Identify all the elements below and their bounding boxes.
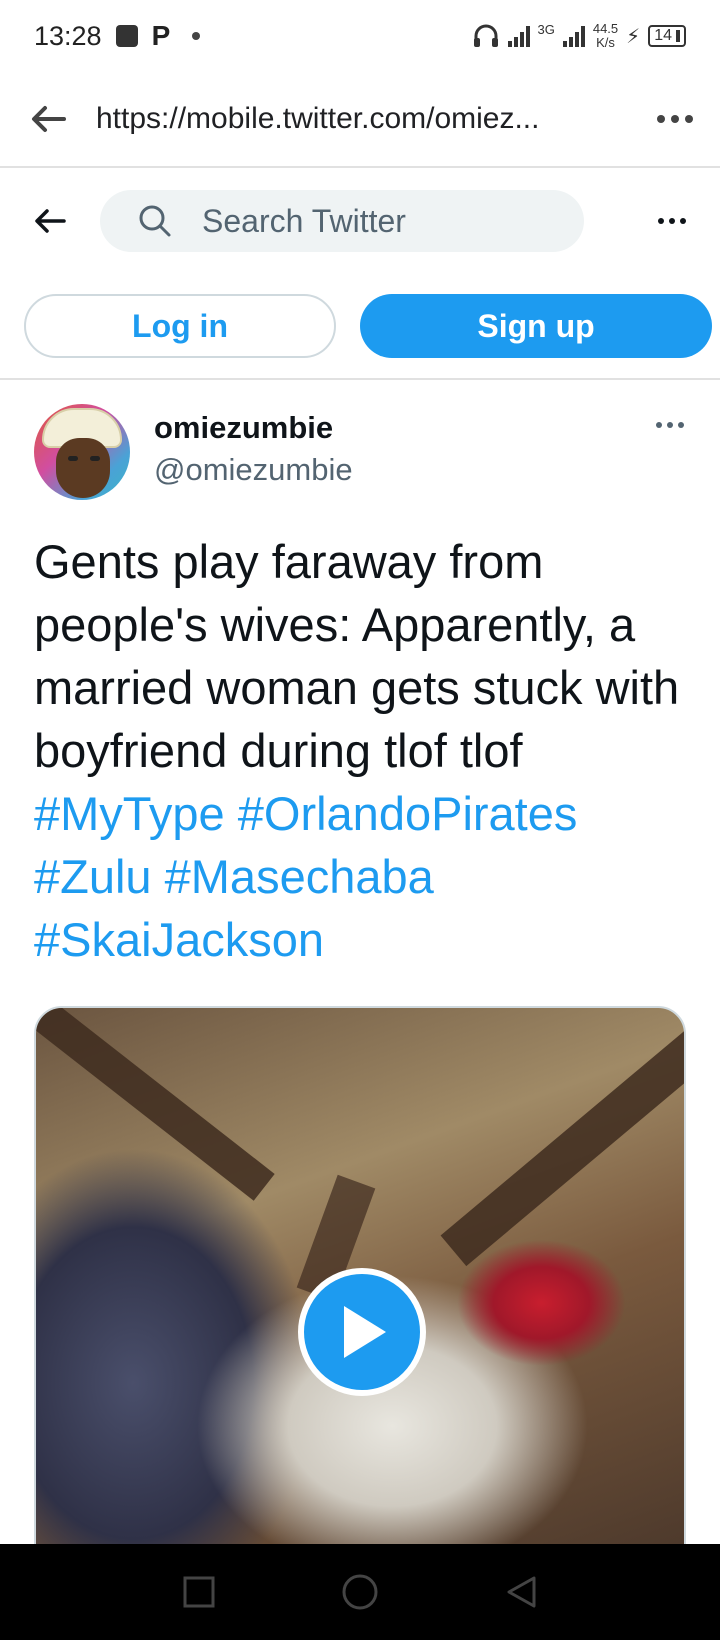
search-placeholder: Search Twitter [202, 202, 406, 239]
video-frame-shape [440, 1029, 684, 1267]
more-dot [680, 218, 686, 224]
more-dot [657, 115, 665, 123]
notification-square-icon [115, 25, 138, 47]
twitter-more-button[interactable] [658, 218, 686, 224]
more-dot [658, 218, 664, 224]
system-nav-bar [0, 1544, 720, 1640]
browser-back-button[interactable] [0, 104, 96, 134]
author-names: omiezumbie @omiezumbie [154, 404, 353, 500]
tweet-video[interactable] [34, 1006, 686, 1546]
play-icon [344, 1306, 386, 1358]
browser-more-button[interactable] [630, 115, 720, 123]
signup-button[interactable]: Sign up [360, 294, 712, 358]
arrow-left-icon [35, 209, 66, 233]
network-speed-value: 44.5 [592, 21, 619, 36]
hashtag-link[interactable]: #Zulu [34, 850, 152, 903]
browser-url-text[interactable]: https://mobile.twitter.com/omiez... [96, 102, 630, 136]
avatar[interactable] [34, 404, 130, 500]
avatar-eye [68, 456, 78, 461]
more-dot [671, 115, 679, 123]
back-triangle-icon[interactable] [504, 1575, 538, 1609]
twitter-back-button[interactable] [0, 207, 100, 235]
signal-bars-2-icon [562, 25, 585, 47]
play-button[interactable] [298, 1268, 426, 1396]
network-speed: 44.5 K/s [593, 22, 618, 50]
author-display-name[interactable]: omiezumbie [154, 408, 353, 448]
hashtag-link[interactable]: #OrlandoPirates [238, 787, 578, 840]
hashtag-link[interactable]: #MyType [34, 787, 225, 840]
status-right: 3G 44.5 K/s ⚡ 14 [472, 22, 686, 50]
status-bar: 13:28 P 3G 44.5 K/s ⚡ 14 [0, 0, 720, 72]
browser-url-bar: https://mobile.twitter.com/omiez... [0, 72, 720, 168]
more-dot [656, 422, 662, 428]
auth-bar: Log in Sign up [0, 274, 720, 380]
more-dot [669, 218, 675, 224]
twitter-header: Search Twitter [0, 168, 720, 274]
network-type: 3G [537, 22, 555, 37]
signal-bars-icon [507, 25, 530, 47]
hashtag-link[interactable]: #Masechaba [165, 850, 434, 903]
tweet-body: Gents play faraway from people's wives: … [34, 535, 680, 777]
home-icon[interactable] [341, 1573, 379, 1611]
more-dot [678, 422, 684, 428]
search-input[interactable]: Search Twitter [100, 190, 584, 252]
more-dot [685, 115, 693, 123]
status-left: 13:28 P [34, 20, 201, 52]
recent-apps-icon[interactable] [182, 1575, 216, 1609]
video-frame-shape [36, 1008, 275, 1201]
headphones-icon [473, 24, 498, 47]
charging-bolt-icon: ⚡ [626, 25, 641, 48]
tweet-author: omiezumbie @omiezumbie [0, 380, 720, 500]
search-icon [139, 205, 171, 237]
more-dot [667, 422, 673, 428]
hashtag-link[interactable]: #SkaiJackson [34, 913, 324, 966]
battery-level: 14 [654, 27, 672, 44]
avatar-face [56, 438, 110, 498]
tweet-more-button[interactable] [656, 422, 684, 428]
status-time: 13:28 [34, 20, 102, 51]
author-handle[interactable]: @omiezumbie [154, 448, 353, 492]
parking-notification-icon: P [151, 20, 171, 51]
network-speed-unit: K/s [596, 35, 615, 50]
arrow-left-icon [32, 106, 66, 132]
battery-icon: 14 [648, 25, 686, 47]
more-notifications-dot-icon [192, 32, 201, 40]
avatar-eye [90, 456, 100, 461]
tweet-text: Gents play faraway from people's wives: … [0, 500, 720, 971]
login-button[interactable]: Log in [24, 294, 336, 358]
tweet: omiezumbie @omiezumbie Gents play farawa… [0, 380, 720, 1546]
